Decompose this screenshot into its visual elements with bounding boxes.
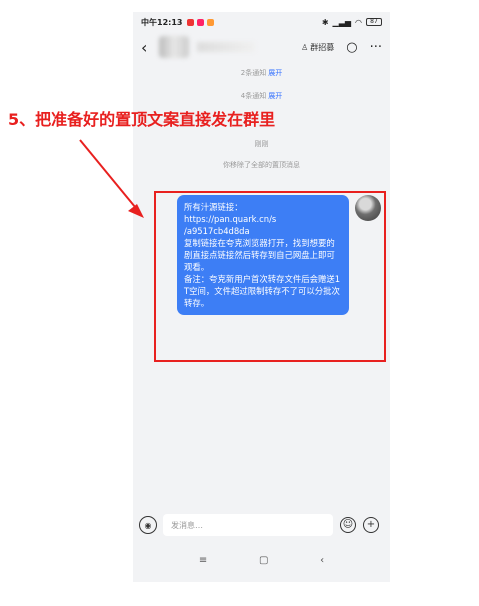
system-nav-bar: ≡ ▢ ‹	[133, 548, 390, 572]
status-app-icons	[187, 18, 215, 26]
back-nav-icon[interactable]: ‹	[320, 555, 324, 566]
person-icon: ♙	[301, 42, 309, 52]
notice-text: 2条通知	[240, 69, 267, 77]
search-icon[interactable]: ○	[346, 40, 357, 55]
voice-icon[interactable]: ◉	[139, 516, 157, 534]
group-name[interactable]	[197, 42, 255, 52]
status-bar: 中午12:13 ✱ ▁▃▅ ◠ 87	[133, 12, 390, 32]
system-message: 你移除了全部的置顶消息	[133, 160, 390, 170]
app-notification-icon	[207, 18, 215, 26]
status-time: 中午12:13	[141, 17, 183, 27]
input-bar: ◉ 发消息… ☺ +	[133, 510, 390, 540]
system-message-text: 你移除了全部的置顶消息	[223, 161, 300, 169]
signal-icon: ▁▃▅	[332, 17, 352, 27]
expand-link[interactable]: 展开	[268, 92, 282, 100]
expand-link[interactable]: 展开	[268, 69, 282, 77]
chat-header: ‹ ♙ 群招募 ○ ···	[133, 32, 390, 62]
wifi-icon: ◠	[355, 17, 362, 27]
notice-line: 4条通知 展开	[133, 91, 390, 101]
timestamp: 刚刚	[133, 139, 390, 149]
timestamp-text: 刚刚	[254, 140, 269, 148]
screenshot-stage: 中午12:13 ✱ ▁▃▅ ◠ 87 ‹ ♙ 群招募 ○ ··· 2条通知 展开…	[0, 0, 479, 606]
notice-line: 2条通知 展开	[133, 68, 390, 78]
highlight-box	[154, 191, 386, 362]
notice-text: 4条通知	[240, 92, 267, 100]
plus-icon[interactable]: +	[363, 517, 379, 533]
home-icon[interactable]: ▢	[259, 555, 268, 566]
group-avatar[interactable]	[159, 36, 189, 58]
emoji-icon[interactable]: ☺	[340, 517, 356, 533]
group-recruit-button[interactable]: ♙ 群招募	[301, 42, 334, 53]
group-recruit-label: 群招募	[310, 42, 335, 52]
app-notification-icon	[197, 18, 205, 26]
status-indicators: ✱ ▁▃▅ ◠ 87	[322, 18, 382, 27]
app-notification-icon	[187, 18, 195, 26]
bluetooth-icon: ✱	[321, 17, 329, 27]
annotation-text: 5、把准备好的置顶文案直接发在群里	[8, 110, 276, 129]
more-icon[interactable]: ···	[370, 40, 382, 55]
message-input[interactable]: 发消息…	[163, 514, 333, 536]
battery-icon: 87	[366, 18, 382, 26]
arrow-line	[79, 139, 141, 214]
menu-icon[interactable]: ≡	[199, 555, 207, 566]
back-icon[interactable]: ‹	[141, 38, 155, 57]
